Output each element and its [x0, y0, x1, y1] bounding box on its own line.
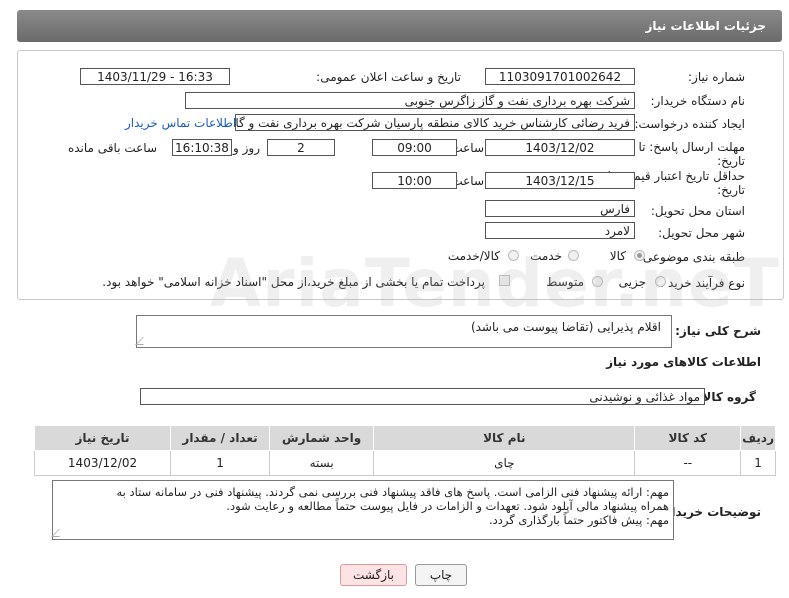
announce-field[interactable]: 1403/11/29 - 16:33 — [80, 68, 230, 85]
category-option-service: خدمت — [530, 249, 562, 263]
description-textarea[interactable]: اقلام پذیرایی (تقاضا پیوست می باشد) — [135, 315, 672, 348]
treasury-payment-note: پرداخت تمام یا بخشی از مبلغ خرید،از محل … — [102, 275, 485, 289]
page-header: جزئیات اطلاعات نیاز — [17, 10, 782, 42]
description-text: اقلام پذیرایی (تقاضا پیوست می باشد) — [470, 320, 661, 334]
validity-label-date: تاریخ: — [717, 183, 745, 197]
description-label: شرح کلی نیاز: — [675, 324, 761, 338]
cell-unit: بسته — [269, 450, 375, 476]
cell-code: -- — [634, 450, 742, 476]
city-field[interactable]: لامرد — [485, 222, 635, 239]
cell-qty: 1 — [170, 450, 271, 476]
buyer-notes-line-2: همراه پیشنهاد مالی آپلود شود. تعهدات و ا… — [226, 499, 669, 513]
items-table: ردیف کد کالا نام کالا واحد شمارش تعداد /… — [33, 425, 776, 476]
process-option-minor: جزیی — [618, 275, 646, 289]
contact-info-link[interactable]: اطلاعات تماس خریدار — [125, 116, 236, 130]
print-button[interactable]: چاپ — [415, 564, 467, 586]
cell-row-no: 1 — [740, 450, 776, 476]
col-header-name: نام کالا — [373, 425, 636, 451]
announce-label: تاریخ و ساعت اعلان عمومی: — [316, 70, 461, 84]
cell-name: چای — [373, 450, 636, 476]
process-label: نوع فرآیند خرید : — [660, 276, 745, 290]
validity-time-field[interactable]: 10:00 — [372, 172, 457, 189]
deadline-time-field[interactable]: 09:00 — [372, 139, 457, 156]
buyer-org-label: نام دستگاه خریدار: — [650, 94, 746, 108]
treasury-payment-checkbox[interactable] — [499, 275, 510, 286]
category-option-goods-service: کالا/خدمت — [447, 249, 500, 263]
page-title: جزئیات اطلاعات نیاز — [645, 19, 766, 33]
goods-section-title: اطلاعات کالاهای مورد نیاز — [606, 355, 761, 369]
category-label: طبقه بندی موضوعی: — [638, 250, 745, 264]
process-radio-minor[interactable] — [655, 276, 666, 287]
cell-date: 1403/12/02 — [33, 450, 172, 476]
validity-date-field[interactable]: 1403/12/15 — [485, 172, 635, 189]
resize-handle-icon[interactable] — [51, 529, 67, 537]
category-option-goods: کالا — [609, 249, 626, 263]
deadline-date-field[interactable]: 1403/12/02 — [485, 139, 635, 156]
city-label: شهر محل تحویل: — [658, 226, 745, 240]
table-row[interactable]: 1 -- چای بسته 1 1403/12/02 — [33, 450, 776, 476]
deadline-label: مهلت ارسال پاسخ: تا — [638, 140, 745, 154]
col-header-date: تاریخ نیاز — [33, 425, 172, 451]
buyer-notes-line-3: مهم: پیش فاکتور حتماً بارگذاری گردد. — [488, 513, 669, 527]
need-number-field[interactable]: 1103091701002642 — [485, 68, 635, 85]
back-button[interactable]: بازگشت — [340, 564, 407, 586]
buyer-org-field[interactable]: شرکت بهره برداری نفت و گاز زاگرس جنوبی — [185, 92, 635, 109]
goods-group-label: گروه کالا: — [697, 390, 756, 404]
table-header-row: ردیف کد کالا نام کالا واحد شمارش تعداد /… — [33, 425, 776, 451]
buyer-notes-textarea[interactable]: مهم: ارائه پیشنهاد فنی الزامی است. پاسخ … — [51, 480, 674, 540]
deadline-label-date: تاریخ: — [717, 154, 745, 168]
resize-handle-icon[interactable] — [135, 337, 151, 345]
col-header-qty: تعداد / مقدار — [170, 425, 271, 451]
category-radio-goods-service[interactable] — [508, 250, 519, 261]
remaining-label: ساعت باقی مانده — [67, 141, 157, 155]
days-field[interactable]: 2 — [267, 139, 335, 156]
creator-label: ایجاد کننده درخواست: — [634, 117, 745, 131]
goods-group-field[interactable]: مواد غذائی و نوشیدنی — [140, 388, 705, 405]
buyer-notes-label: توضیحات خریدار: — [659, 505, 761, 519]
creator-field[interactable]: فرید رضائی کارشناس خرید کالای منطقه پارس… — [235, 114, 635, 131]
col-header-code: کد کالا — [634, 425, 742, 451]
process-option-medium: متوسط — [546, 275, 584, 289]
col-header-row-no: ردیف — [740, 425, 776, 451]
process-radio-medium[interactable] — [592, 276, 603, 287]
buyer-notes-line-1: مهم: ارائه پیشنهاد فنی الزامی است. پاسخ … — [116, 485, 669, 499]
col-header-unit: واحد شمارش — [269, 425, 375, 451]
province-field[interactable]: فارس — [485, 200, 635, 217]
remaining-time-field[interactable]: 16:10:38 — [172, 139, 232, 156]
need-number-label: شماره نیاز: — [688, 70, 745, 84]
category-radio-goods[interactable] — [634, 250, 645, 261]
days-label: روز و — [233, 141, 260, 155]
category-radio-service[interactable] — [568, 250, 579, 261]
province-label: استان محل تحویل: — [650, 204, 745, 218]
